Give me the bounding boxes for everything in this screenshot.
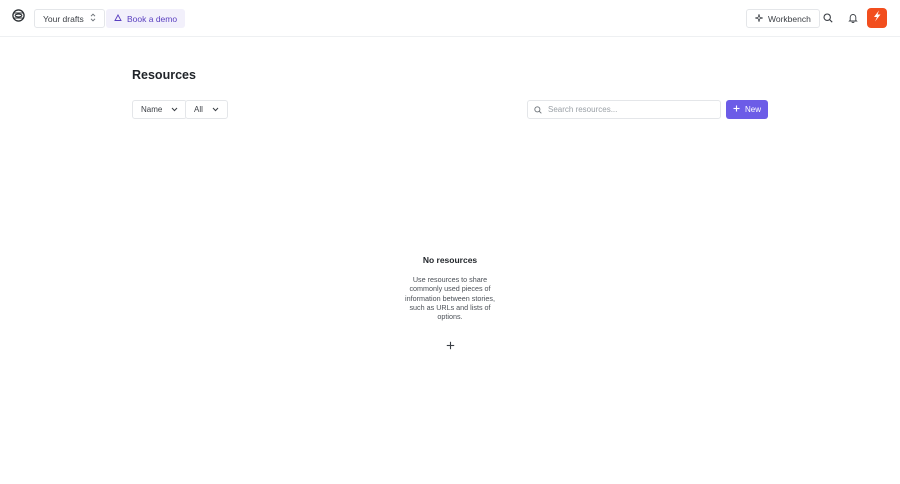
chevron-down-icon bbox=[212, 105, 219, 114]
workbench-label: Workbench bbox=[768, 13, 811, 24]
name-filter-dropdown[interactable]: Name bbox=[132, 100, 188, 119]
book-demo-label: Book a demo bbox=[127, 13, 178, 24]
search-icon bbox=[822, 10, 833, 28]
notifications-button[interactable] bbox=[843, 9, 862, 28]
chevron-updown-icon bbox=[90, 13, 96, 24]
sparkle-icon bbox=[754, 12, 764, 24]
app-logo-icon bbox=[11, 9, 25, 27]
chevron-down-icon bbox=[171, 105, 178, 114]
empty-state-title: No resources bbox=[422, 255, 478, 265]
app-logo-button[interactable] bbox=[9, 9, 27, 27]
new-label: New bbox=[744, 105, 761, 114]
plus-icon bbox=[733, 105, 740, 114]
avatar[interactable] bbox=[867, 8, 887, 28]
page-title: Resources bbox=[132, 68, 196, 82]
global-search-button[interactable] bbox=[818, 9, 837, 28]
all-filter-dropdown[interactable]: All bbox=[185, 100, 228, 119]
empty-state-add-button[interactable] bbox=[441, 337, 459, 355]
drafts-dropdown[interactable]: Your drafts bbox=[34, 9, 105, 28]
top-bar: Your drafts Book a demo Workbench bbox=[0, 0, 900, 37]
bell-icon bbox=[847, 10, 858, 28]
name-filter-label: Name bbox=[141, 105, 163, 114]
workbench-button[interactable]: Workbench bbox=[746, 9, 820, 28]
empty-state-description: Use resources to share commonly used pie… bbox=[405, 275, 495, 322]
search-input[interactable] bbox=[548, 105, 708, 114]
book-demo-button[interactable]: Book a demo bbox=[106, 9, 186, 28]
resource-search-field[interactable] bbox=[527, 100, 721, 119]
all-filter-label: All bbox=[194, 105, 203, 114]
search-icon bbox=[534, 101, 542, 119]
tines-logo-icon bbox=[870, 9, 884, 28]
new-resource-button[interactable]: New bbox=[726, 100, 768, 119]
demo-icon bbox=[114, 13, 122, 24]
plus-icon bbox=[446, 337, 455, 355]
drafts-label: Your drafts bbox=[43, 13, 84, 24]
